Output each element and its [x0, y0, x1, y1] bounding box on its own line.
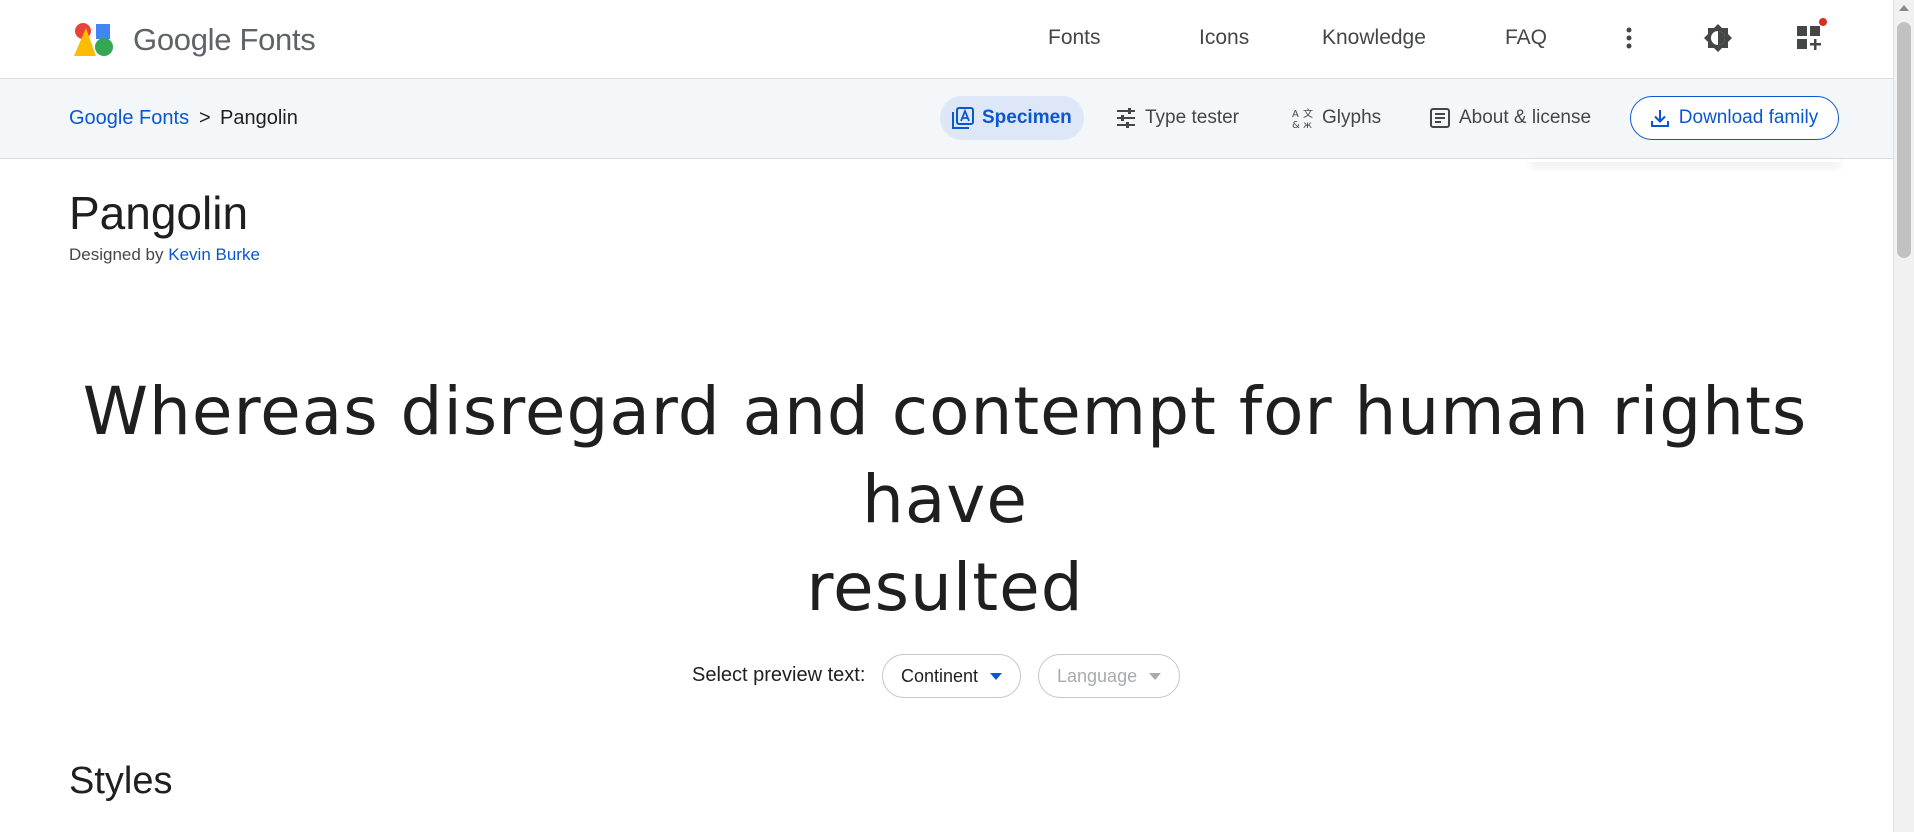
breadcrumb-root[interactable]: Google Fonts: [69, 107, 189, 130]
download-icon: [1650, 110, 1669, 127]
tab-specimen[interactable]: Specimen: [940, 96, 1084, 140]
nav-knowledge[interactable]: Knowledge: [1322, 26, 1426, 50]
page-scrollbar[interactable]: [1893, 0, 1914, 832]
brand-name[interactable]: Google Fonts: [133, 22, 316, 58]
svg-text:ж: ж: [1303, 120, 1312, 129]
continent-dropdown[interactable]: Continent: [882, 654, 1022, 698]
chevron-down-icon: [990, 672, 1003, 680]
tab-specimen-label: Specimen: [982, 107, 1072, 128]
styles-heading: Styles: [69, 760, 173, 802]
svg-text:A: A: [1292, 109, 1299, 120]
preview-text-selector: Select preview text: Continent Language: [0, 652, 1894, 700]
font-title: Pangolin: [69, 187, 249, 239]
breadcrumb-separator: >: [199, 107, 211, 129]
continent-value: Continent: [901, 665, 979, 686]
language-dropdown[interactable]: Language: [1038, 654, 1181, 698]
more-vert-icon[interactable]: [1611, 20, 1647, 56]
tune-icon: [1117, 108, 1135, 128]
scroll-up-icon[interactable]: [1899, 5, 1909, 11]
glyphs-icon: A 文 & ж: [1292, 107, 1313, 129]
theme-toggle-icon[interactable]: [1700, 20, 1736, 56]
google-fonts-logo-icon[interactable]: [74, 22, 116, 56]
svg-text:&: &: [1292, 120, 1300, 129]
chevron-down-icon: [1149, 672, 1162, 680]
download-family-button[interactable]: Download family: [1630, 96, 1839, 140]
designer-line: Designed by Kevin Burke: [69, 245, 260, 265]
notification-dot: [1819, 18, 1827, 26]
apps-add-icon[interactable]: [1791, 18, 1827, 56]
download-family-label: Download family: [1678, 107, 1819, 128]
nav-fonts[interactable]: Fonts: [1048, 26, 1101, 50]
nav-faq[interactable]: FAQ: [1505, 26, 1547, 50]
header-shadow: [1530, 158, 1840, 162]
select-preview-label: Select preview text:: [692, 664, 866, 686]
nav-icons[interactable]: Icons: [1199, 26, 1249, 50]
svg-text:文: 文: [1303, 107, 1313, 120]
tab-about-license[interactable]: About & license: [1417, 96, 1603, 140]
designed-by-label: Designed by: [69, 245, 164, 264]
specimen-icon: [952, 107, 974, 129]
tab-glyphs[interactable]: A 文 & ж Glyphs: [1280, 96, 1393, 140]
top-nav: Google Fonts Fonts Icons Knowledge FAQ: [0, 0, 1894, 79]
tab-glyphs-label: Glyphs: [1322, 107, 1382, 128]
language-value: Language: [1057, 665, 1138, 686]
preview-line-2: resulted: [806, 549, 1084, 626]
tab-type-tester[interactable]: Type tester: [1103, 96, 1251, 140]
preview-line-1: Whereas disregard and contempt for human…: [82, 373, 1808, 538]
breadcrumb-current: Pangolin: [220, 107, 298, 129]
scroll-thumb[interactable]: [1897, 22, 1911, 258]
designer-link[interactable]: Kevin Burke: [168, 245, 260, 264]
tab-type-tester-label: Type tester: [1145, 107, 1239, 128]
font-preview-text[interactable]: Whereas disregard and contempt for human…: [80, 368, 1810, 632]
tab-about-license-label: About & license: [1459, 107, 1592, 128]
font-subheader: Google Fonts > Pangolin Specimen Type te…: [0, 79, 1894, 159]
article-icon: [1430, 108, 1450, 128]
